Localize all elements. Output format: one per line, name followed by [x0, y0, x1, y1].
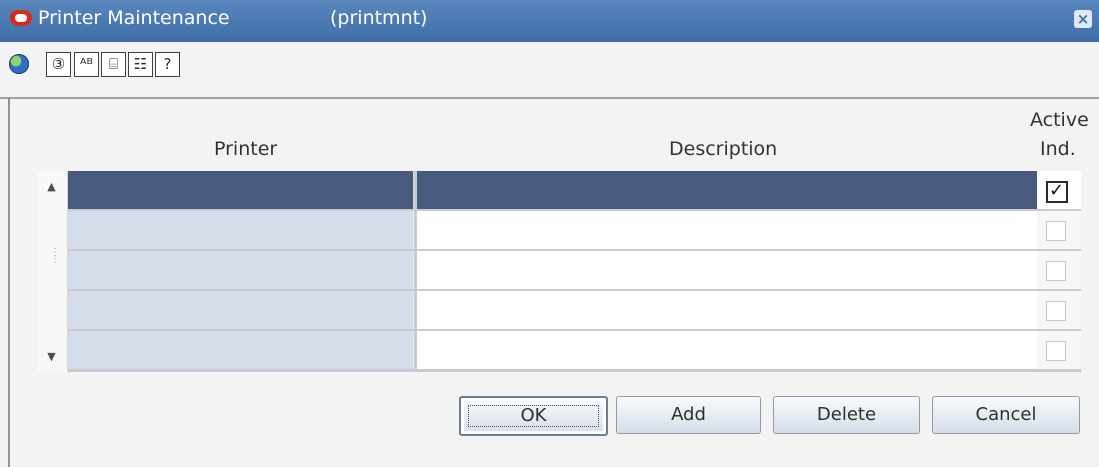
description-cell[interactable]	[417, 331, 1038, 369]
vertical-scrollbar[interactable]: ▲ ⋮ ⋮ ▼	[37, 171, 68, 372]
printer-table: ▲ ⋮ ⋮ ▼	[37, 171, 1081, 372]
description-cell[interactable]	[417, 211, 1038, 249]
active-indicator-cell[interactable]	[1037, 331, 1081, 369]
active-checkbox[interactable]	[1046, 341, 1066, 361]
ok-button[interactable]: OK	[459, 396, 608, 436]
column-header-printer: Printer	[214, 138, 278, 160]
table-row[interactable]	[68, 211, 1081, 249]
scroll-up-icon[interactable]: ▲	[39, 175, 64, 199]
window-code: (printmnt)	[330, 7, 428, 29]
scroll-grip-icon[interactable]: ⋮ ⋮	[50, 248, 60, 273]
column-header-active-line-1: Active	[1030, 109, 1089, 131]
description-cell[interactable]	[417, 251, 1038, 289]
notes-icon[interactable]: ☷	[128, 52, 153, 77]
column-header-description: Description	[669, 138, 778, 160]
active-checkbox[interactable]	[1046, 301, 1066, 321]
active-indicator-cell[interactable]	[1037, 211, 1081, 249]
calculator-icon[interactable]: ᴬᴮ	[74, 52, 99, 77]
printer-cell[interactable]	[68, 331, 414, 369]
active-checkbox[interactable]	[1046, 221, 1066, 241]
cancel-button[interactable]: Cancel	[932, 396, 1080, 434]
printer-cell[interactable]	[68, 211, 414, 249]
table-row[interactable]	[68, 331, 1081, 369]
column-header-active-line-2: Ind.	[1040, 138, 1076, 160]
add-button[interactable]: Add	[616, 396, 761, 434]
active-checkbox[interactable]	[1046, 261, 1066, 281]
oracle-logo-icon	[10, 10, 32, 26]
title-bar: Printer Maintenance (printmnt) ×	[0, 0, 1099, 42]
delete-button[interactable]: Delete	[773, 396, 920, 434]
help-icon[interactable]: ?	[155, 52, 180, 77]
table-row[interactable]	[68, 171, 1081, 209]
printer-cell[interactable]	[68, 251, 414, 289]
toolbar: ③ ᴬᴮ ⌸ ☷ ?	[0, 42, 1099, 99]
table-row[interactable]	[68, 251, 1081, 289]
close-icon[interactable]: ×	[1074, 10, 1092, 28]
document-icon[interactable]: ⌸	[101, 52, 126, 77]
active-indicator-cell[interactable]	[1037, 251, 1081, 289]
active-indicator-cell[interactable]	[1037, 171, 1081, 209]
table-row[interactable]	[68, 291, 1081, 329]
ledger-icon[interactable]: ③	[46, 52, 71, 77]
printer-cell[interactable]	[68, 171, 414, 209]
description-cell[interactable]	[417, 171, 1038, 209]
description-cell[interactable]	[417, 291, 1038, 329]
scroll-down-icon[interactable]: ▼	[39, 345, 64, 369]
active-indicator-cell[interactable]	[1037, 291, 1081, 329]
window-title: Printer Maintenance	[38, 7, 230, 29]
printer-cell[interactable]	[68, 291, 414, 329]
printer-maintenance-window: Printer Maintenance (printmnt) × ③ ᴬᴮ ⌸ …	[0, 0, 1099, 467]
globe-icon[interactable]	[9, 54, 29, 74]
left-divider	[8, 97, 10, 467]
active-checkbox[interactable]	[1046, 180, 1068, 203]
